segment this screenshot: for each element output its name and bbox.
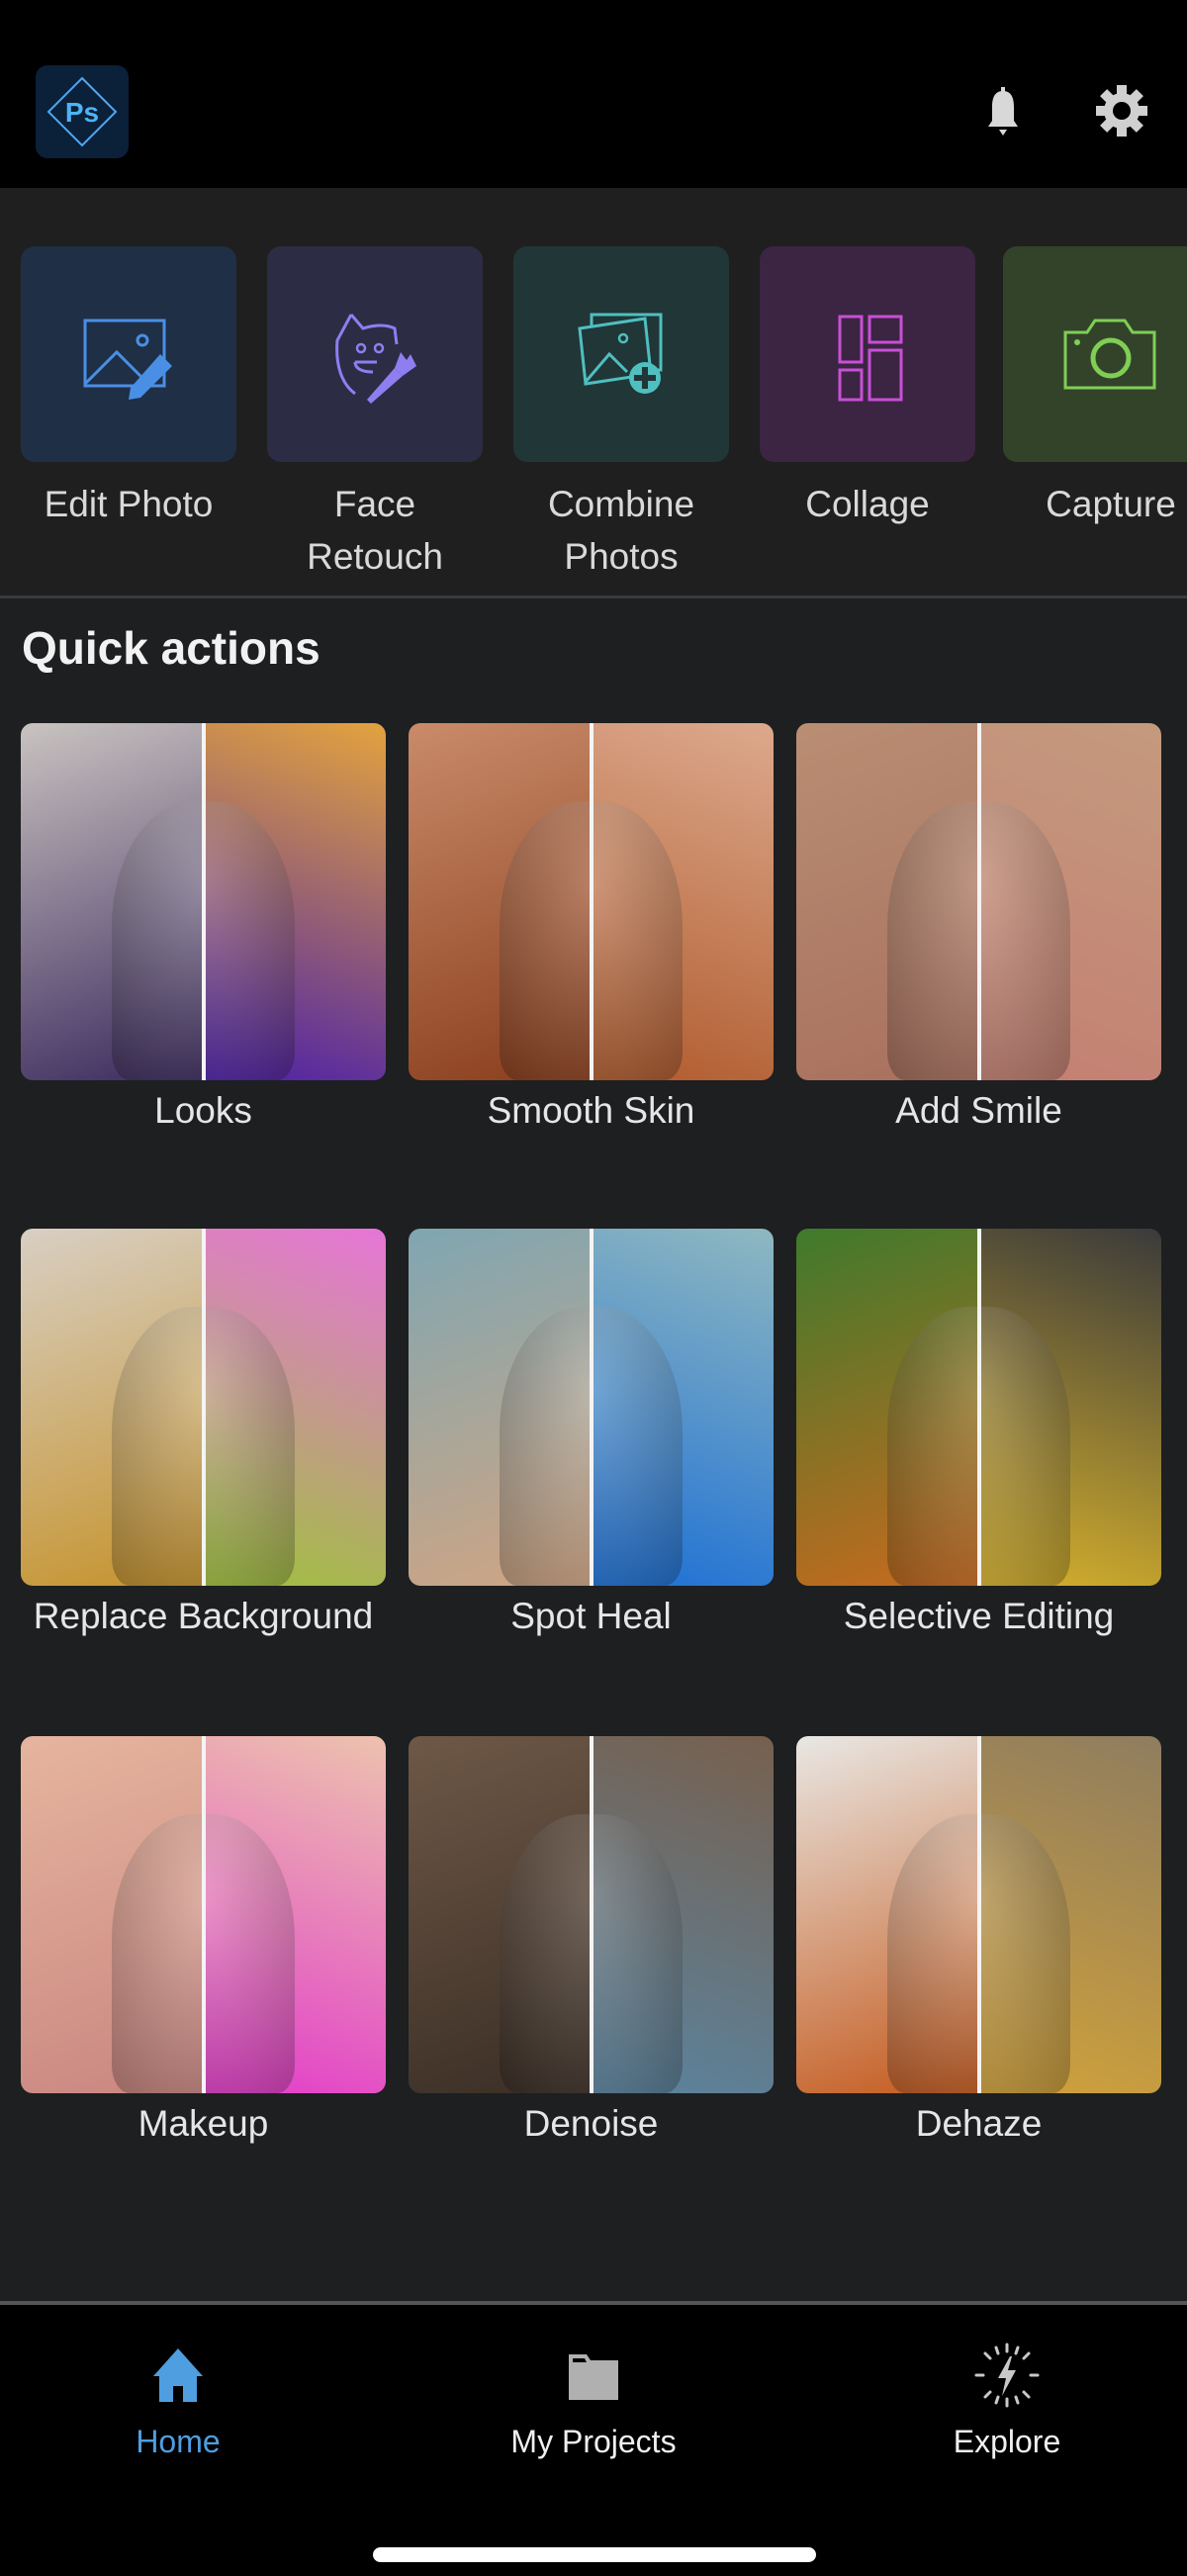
notification-bell-icon[interactable]: [973, 81, 1033, 140]
comparison-divider: [976, 1229, 981, 1586]
photoshop-logo[interactable]: Ps: [36, 65, 129, 158]
quick-action-item[interactable]: Denoise: [409, 1736, 774, 2145]
tool-label: Face Retouch: [307, 484, 443, 577]
folder-icon: [569, 2354, 618, 2400]
face-retouch-icon: [335, 314, 416, 404]
quick-action-label: Selective Editing: [843, 1596, 1115, 1636]
tool-combine-photos[interactable]: Combine Photos: [513, 246, 729, 583]
comparison-divider: [589, 1229, 594, 1586]
before-after-thumbnail[interactable]: [409, 1736, 774, 2093]
comparison-divider: [976, 723, 981, 1080]
before-after-thumbnail[interactable]: [796, 1229, 1161, 1586]
quick-action-item[interactable]: Spot Heal: [409, 1229, 774, 1637]
before-after-thumbnail[interactable]: [796, 723, 1161, 1080]
quick-action-label: Makeup: [137, 2103, 269, 2144]
camera-icon: [1063, 319, 1156, 390]
tools-carousel[interactable]: Edit Photo Face Retouch Combine Photos C…: [0, 188, 1187, 598]
tool-tile[interactable]: [513, 246, 729, 462]
quick-action-label: Add Smile: [895, 1090, 1062, 1131]
bottom-navigation: Home My Projects Explore: [0, 2301, 1187, 2576]
quick-actions-heading: Quick actions: [22, 622, 320, 674]
tool-label: Collage: [805, 484, 930, 524]
tool-face-retouch[interactable]: Face Retouch: [267, 246, 483, 583]
tool-tile[interactable]: [21, 246, 236, 462]
quick-action-item[interactable]: Smooth Skin: [409, 723, 774, 1132]
settings-gear-icon[interactable]: [1092, 81, 1151, 140]
quick-action-label: Looks: [154, 1090, 252, 1131]
quick-action-label: Denoise: [523, 2103, 659, 2144]
nav-label: Home: [136, 2424, 221, 2459]
tool-tile[interactable]: [760, 246, 975, 462]
nav-explore[interactable]: Explore: [859, 2341, 1155, 2460]
quick-action-label: Replace Background: [33, 1596, 374, 1636]
quick-action-item[interactable]: Replace Background: [21, 1229, 386, 1637]
section-divider: [0, 596, 1187, 598]
collage-icon: [838, 315, 903, 402]
tool-label: Edit Photo: [44, 484, 214, 524]
comparison-divider: [201, 1736, 206, 2093]
comparison-divider: [201, 723, 206, 1080]
explore-lightning-icon: [974, 2343, 1040, 2408]
nav-home[interactable]: Home: [30, 2341, 326, 2460]
nav-my-projects[interactable]: My Projects: [445, 2341, 742, 2460]
before-after-thumbnail[interactable]: [409, 1229, 774, 1586]
app-header: Ps: [0, 0, 1187, 188]
quick-action-label: Dehaze: [915, 2103, 1043, 2144]
before-after-thumbnail[interactable]: [796, 1736, 1161, 2093]
comparison-divider: [201, 1229, 206, 1586]
ps-diamond-icon: Ps: [46, 76, 118, 147]
before-after-thumbnail[interactable]: [409, 723, 774, 1080]
tool-capture[interactable]: Capture: [1003, 246, 1187, 530]
home-icon: [153, 2348, 203, 2402]
quick-action-label: Spot Heal: [510, 1596, 672, 1636]
quick-action-label: Smooth Skin: [487, 1090, 695, 1131]
comparison-divider: [589, 723, 594, 1080]
quick-action-item[interactable]: Looks: [21, 723, 386, 1132]
quick-action-item[interactable]: Add Smile: [796, 723, 1161, 1132]
home-indicator[interactable]: [373, 2547, 816, 2562]
tool-tile[interactable]: [1003, 246, 1187, 462]
quick-action-item[interactable]: Makeup: [21, 1736, 386, 2145]
combine-photos-icon: [578, 313, 663, 394]
edit-photo-icon: [83, 319, 172, 400]
svg-text:Ps: Ps: [65, 97, 99, 128]
quick-action-item[interactable]: Dehaze: [796, 1736, 1161, 2145]
nav-label: Explore: [953, 2424, 1061, 2459]
before-after-thumbnail[interactable]: [21, 1736, 386, 2093]
nav-label: My Projects: [510, 2424, 677, 2459]
before-after-thumbnail[interactable]: [21, 1229, 386, 1586]
tool-label: Combine Photos: [547, 484, 695, 577]
tool-collage[interactable]: Collage: [760, 246, 975, 530]
quick-action-item[interactable]: Selective Editing: [796, 1229, 1161, 1637]
comparison-divider: [589, 1736, 594, 2093]
tool-tile[interactable]: [267, 246, 483, 462]
before-after-thumbnail[interactable]: [21, 723, 386, 1080]
comparison-divider: [976, 1736, 981, 2093]
tool-label: Capture: [1046, 484, 1176, 524]
tool-edit-photo[interactable]: Edit Photo: [21, 246, 236, 530]
